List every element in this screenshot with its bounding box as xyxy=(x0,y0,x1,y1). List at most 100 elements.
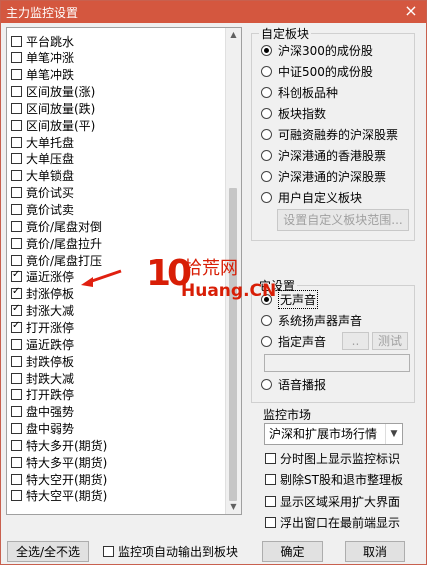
option-checkbox[interactable] xyxy=(265,452,276,464)
list-item-checkbox[interactable] xyxy=(11,303,22,317)
list-item-checkbox[interactable] xyxy=(11,389,22,401)
list-item[interactable]: 大单托盘 xyxy=(11,133,74,151)
sector-radio[interactable] xyxy=(261,107,272,119)
list-item-checkbox[interactable] xyxy=(11,406,22,418)
list-item[interactable]: 单笔冲涨 xyxy=(11,49,74,67)
scroll-down-icon[interactable]: ▼ xyxy=(226,500,241,514)
list-item[interactable]: 封涨大减 xyxy=(11,302,74,320)
list-item-checkbox[interactable] xyxy=(11,490,22,502)
select-all-button[interactable]: 全选/全不选 xyxy=(7,541,89,562)
option-checkbox[interactable] xyxy=(265,474,276,485)
list-item[interactable]: 竟价试卖 xyxy=(11,201,74,219)
list-item-checkbox[interactable] xyxy=(11,35,22,47)
sector-option[interactable]: 中证500的成份股 xyxy=(261,62,373,80)
sector-radio[interactable] xyxy=(261,44,272,56)
list-item[interactable]: 区间放量(平) xyxy=(11,116,95,134)
sector-radio[interactable] xyxy=(261,191,272,203)
option-checkbox[interactable] xyxy=(265,495,276,507)
list-item[interactable]: 特大空开(期货) xyxy=(11,470,107,488)
list-item-checkbox[interactable] xyxy=(11,372,22,384)
sector-option[interactable]: 用户自定义板块 xyxy=(261,188,362,206)
list-item-checkbox[interactable] xyxy=(11,102,22,114)
list-item[interactable]: 逼近涨停 xyxy=(11,268,74,286)
list-item-checkbox[interactable] xyxy=(11,69,22,81)
sector-option[interactable]: 沪深港通的沪深股票 xyxy=(261,167,386,185)
list-item[interactable]: 竟价/尾盘对倒 xyxy=(11,217,102,235)
option-item[interactable]: 显示区域采用扩大界面 xyxy=(265,492,400,510)
list-item[interactable]: 盘中弱势 xyxy=(11,420,74,438)
sector-option[interactable]: 可融资融券的沪深股票 xyxy=(261,125,398,143)
list-item-checkbox[interactable] xyxy=(11,204,22,215)
sound-option[interactable]: 系统扬声器声音 xyxy=(261,311,362,329)
scrollbar-thumb[interactable] xyxy=(229,188,237,501)
list-item-checkbox[interactable] xyxy=(11,269,22,283)
sector-option[interactable]: 沪深300的成份股 xyxy=(261,41,373,59)
test-sound-button[interactable]: 测试 xyxy=(372,332,408,350)
sound-option[interactable]: 语音播报 xyxy=(261,375,326,393)
list-item[interactable]: 竟价/尾盘打压 xyxy=(11,251,102,269)
list-item[interactable]: 特大空平(期货) xyxy=(11,487,107,505)
list-item[interactable]: 特大多开(期货) xyxy=(11,436,107,454)
market-select[interactable]: 沪深和扩展市场行情 ▼ xyxy=(264,423,403,445)
list-item[interactable]: 打开涨停 xyxy=(11,318,74,336)
list-item-checkbox[interactable] xyxy=(11,237,22,249)
close-icon[interactable]: × xyxy=(402,2,420,20)
list-item-checkbox[interactable] xyxy=(11,119,22,131)
list-item-checkbox[interactable] xyxy=(11,338,22,350)
cancel-button[interactable]: 取消 xyxy=(345,541,405,562)
sector-radio[interactable] xyxy=(261,86,272,98)
scroll-up-icon[interactable]: ▲ xyxy=(226,28,241,42)
list-item[interactable]: 封跌大减 xyxy=(11,369,74,387)
sound-option[interactable]: 指定声音 xyxy=(261,332,326,350)
list-item[interactable]: 竟价试买 xyxy=(11,184,74,202)
list-item-checkbox[interactable] xyxy=(11,86,22,98)
list-item-checkbox[interactable] xyxy=(11,423,22,435)
ok-button[interactable]: 确定 xyxy=(262,541,323,562)
list-item-checkbox[interactable] xyxy=(11,286,22,300)
list-item[interactable]: 区间放量(跌) xyxy=(11,99,95,117)
list-item[interactable]: 大单锁盘 xyxy=(11,167,74,185)
list-item[interactable]: 大单压盘 xyxy=(11,150,74,168)
list-item-checkbox[interactable] xyxy=(11,355,22,367)
list-item[interactable]: 逼近跌停 xyxy=(11,335,74,353)
list-item-checkbox[interactable] xyxy=(11,153,22,165)
sector-radio[interactable] xyxy=(261,65,272,77)
list-item-checkbox[interactable] xyxy=(11,187,22,199)
list-item-checkbox[interactable] xyxy=(11,220,22,232)
sound-radio[interactable] xyxy=(261,314,272,326)
chevron-down-icon[interactable]: ▼ xyxy=(385,424,402,444)
list-item[interactable]: 封跌停板 xyxy=(11,352,74,370)
list-item[interactable]: 封涨停板 xyxy=(11,285,74,303)
list-item-checkbox[interactable] xyxy=(11,473,22,485)
custom-sector-button[interactable]: 设置自定义板块范围... xyxy=(277,209,409,231)
list-item-checkbox[interactable] xyxy=(11,456,22,468)
list-item[interactable]: 平台跳水 xyxy=(11,32,74,50)
list-item[interactable]: 盘中强势 xyxy=(11,403,74,421)
list-item[interactable]: 打开跌停 xyxy=(11,386,74,404)
list-item[interactable]: 竟价/尾盘拉升 xyxy=(11,234,102,252)
sound-file-field[interactable] xyxy=(264,354,410,372)
sector-option[interactable]: 科创板品种 xyxy=(261,83,338,101)
auto-output-checkbox[interactable] xyxy=(103,545,114,557)
list-item-checkbox[interactable] xyxy=(11,136,22,148)
option-checkbox[interactable] xyxy=(265,517,276,528)
option-item[interactable]: 浮出窗口在最前端显示 xyxy=(265,514,400,532)
sector-radio[interactable] xyxy=(261,149,272,161)
sector-radio[interactable] xyxy=(261,170,272,182)
list-item[interactable]: 区间放量(涨) xyxy=(11,83,95,101)
list-item-checkbox[interactable] xyxy=(11,52,22,64)
list-item[interactable]: 特大多平(期货) xyxy=(11,453,107,471)
option-item[interactable]: 分时图上显示监控标识 xyxy=(265,449,400,467)
sound-radio[interactable] xyxy=(261,378,272,390)
list-item-checkbox[interactable] xyxy=(11,170,22,182)
list-item-checkbox[interactable] xyxy=(11,439,22,451)
list-item-checkbox[interactable] xyxy=(11,320,22,333)
option-item[interactable]: 剔除ST股和退市整理板 xyxy=(265,471,403,489)
list-item-checkbox[interactable] xyxy=(11,254,22,266)
auto-output-option[interactable]: 监控项自动输出到板块 xyxy=(103,542,238,560)
browse-sound-button[interactable]: .. xyxy=(342,332,369,350)
sound-radio[interactable] xyxy=(261,335,272,347)
sector-option[interactable]: 板块指数 xyxy=(261,104,326,122)
sector-radio[interactable] xyxy=(261,128,272,140)
sector-option[interactable]: 沪深港通的香港股票 xyxy=(261,146,386,164)
